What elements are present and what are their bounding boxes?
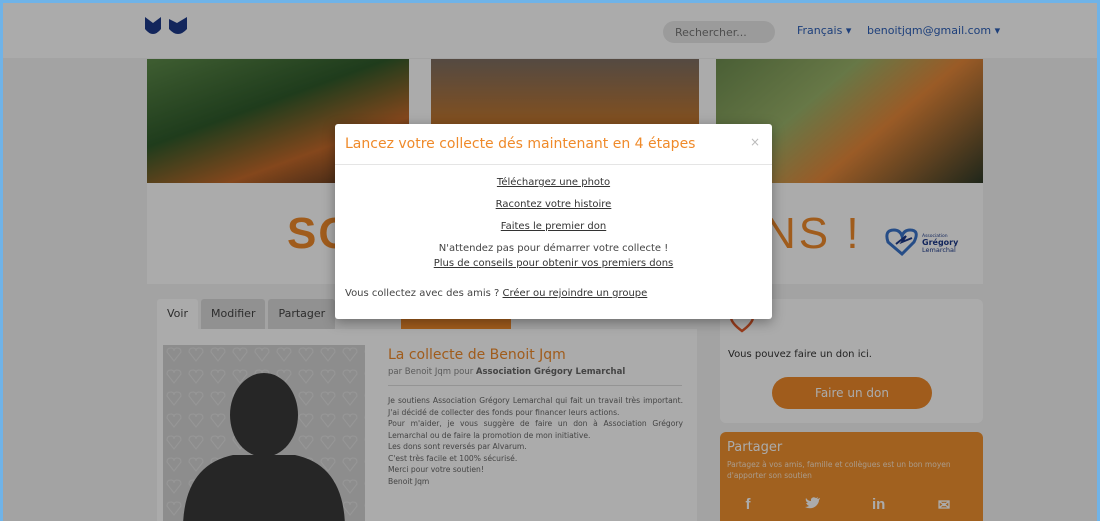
upload-photo-link[interactable]: Téléchargez une photo (335, 177, 772, 188)
modal-wait-text: N'attendez pas pour démarrer votre colle… (438, 243, 669, 254)
group-question-text: Vous collectez avec des amis ? (345, 288, 503, 299)
browser-frame: Français ▾ benoitjqm@gmail.com ▾ SO NS !… (0, 0, 1100, 521)
start-collect-modal: Lancez votre collecte dés maintenant en … (335, 124, 772, 319)
modal-footer: Vous collectez avec des amis ? Créer ou … (345, 288, 647, 299)
modal-divider (335, 164, 772, 165)
modal-title: Lancez votre collecte dés maintenant en … (345, 136, 696, 152)
tell-story-link[interactable]: Racontez votre histoire (335, 199, 772, 210)
tips-link[interactable]: Plus de conseils pour obtenir vos premie… (335, 258, 772, 269)
first-donation-link[interactable]: Faites le premier don (335, 221, 772, 232)
create-join-group-link[interactable]: Créer ou rejoindre un groupe (503, 288, 648, 299)
close-icon[interactable]: × (750, 135, 760, 149)
